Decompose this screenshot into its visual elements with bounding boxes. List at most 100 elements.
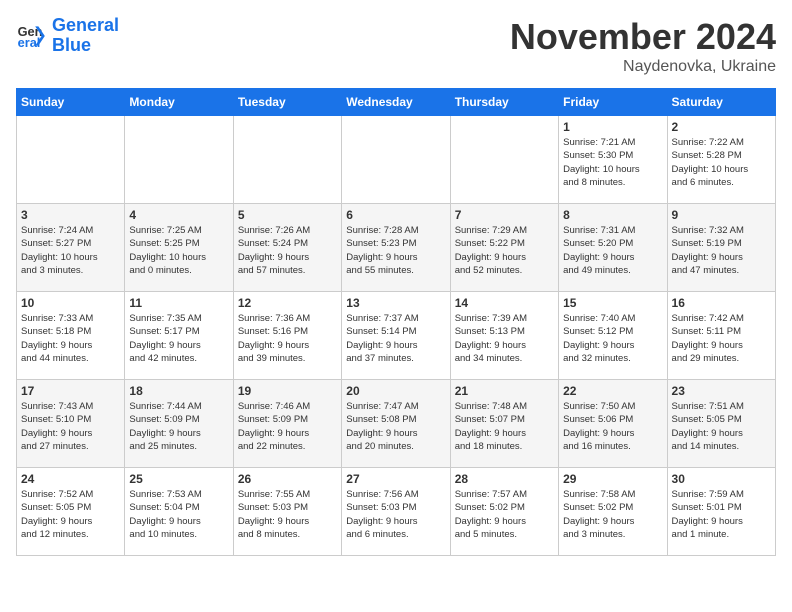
calendar-cell: 25 Sunrise: 7:53 AM Sunset: 5:04 PM Dayli… [125,468,233,556]
calendar-cell: 12 Sunrise: 7:36 AM Sunset: 5:16 PM Dayli… [233,292,341,380]
day-number: 4 [129,208,228,222]
calendar-cell: 29Sunrise: 7:58 AM Sunset: 5:02 PM Dayli… [559,468,667,556]
calendar-cell: 1 Sunrise: 7:21 AM Sunset: 5:30 PM Daylig… [559,116,667,204]
day-info: Sunrise: 7:56 AM Sunset: 5:03 PM Dayligh… [346,488,445,541]
day-number: 10 [21,296,120,310]
title-block: November 2024 Naydenovka, Ukraine [510,16,776,76]
calendar-cell: 15 Sunrise: 7:40 AM Sunset: 5:12 PM Dayli… [559,292,667,380]
day-number: 25 [129,472,228,486]
day-number: 21 [455,384,554,398]
day-info: Sunrise: 7:47 AM Sunset: 5:08 PM Dayligh… [346,400,445,453]
calendar-cell: 3 Sunrise: 7:24 AM Sunset: 5:27 PM Daylig… [17,204,125,292]
day-number: 11 [129,296,228,310]
day-info: Sunrise: 7:32 AM Sunset: 5:19 PM Dayligh… [672,224,771,277]
day-info: Sunrise: 7:44 AM Sunset: 5:09 PM Dayligh… [129,400,228,453]
day-info: Sunrise: 7:51 AM Sunset: 5:05 PM Dayligh… [672,400,771,453]
calendar-week-row: 17 Sunrise: 7:43 AM Sunset: 5:10 PM Dayli… [17,380,776,468]
day-number: 24 [21,472,120,486]
day-number: 1 [563,120,662,134]
calendar-cell: 10 Sunrise: 7:33 AM Sunset: 5:18 PM Dayli… [17,292,125,380]
calendar-body: 1 Sunrise: 7:21 AM Sunset: 5:30 PM Daylig… [17,116,776,556]
logo: Gen eral GeneralBlue [16,16,119,56]
day-number: 2 [672,120,771,134]
day-number: 20 [346,384,445,398]
day-info: Sunrise: 7:31 AM Sunset: 5:20 PM Dayligh… [563,224,662,277]
day-number: 3 [21,208,120,222]
calendar-cell: 28 Sunrise: 7:57 AM Sunset: 5:02 PM Dayli… [450,468,558,556]
svg-text:eral: eral [18,35,41,50]
calendar-cell: 7 Sunrise: 7:29 AM Sunset: 5:22 PM Daylig… [450,204,558,292]
page-header: Gen eral GeneralBlue November 2024 Nayde… [16,16,776,76]
day-info: Sunrise: 7:37 AM Sunset: 5:14 PM Dayligh… [346,312,445,365]
calendar-cell: 19 Sunrise: 7:46 AM Sunset: 5:09 PM Dayli… [233,380,341,468]
day-info: Sunrise: 7:26 AM Sunset: 5:24 PM Dayligh… [238,224,337,277]
day-number: 27 [346,472,445,486]
day-number: 12 [238,296,337,310]
calendar-cell: 16Sunrise: 7:42 AM Sunset: 5:11 PM Dayli… [667,292,775,380]
day-info: Sunrise: 7:40 AM Sunset: 5:12 PM Dayligh… [563,312,662,365]
day-number: 19 [238,384,337,398]
day-info: Sunrise: 7:57 AM Sunset: 5:02 PM Dayligh… [455,488,554,541]
calendar-cell [450,116,558,204]
calendar-week-row: 3 Sunrise: 7:24 AM Sunset: 5:27 PM Daylig… [17,204,776,292]
calendar-cell: 27 Sunrise: 7:56 AM Sunset: 5:03 PM Dayli… [342,468,450,556]
day-info: Sunrise: 7:25 AM Sunset: 5:25 PM Dayligh… [129,224,228,277]
day-of-week-header: Friday [559,89,667,116]
day-info: Sunrise: 7:29 AM Sunset: 5:22 PM Dayligh… [455,224,554,277]
day-info: Sunrise: 7:22 AM Sunset: 5:28 PM Dayligh… [672,136,771,189]
day-info: Sunrise: 7:50 AM Sunset: 5:06 PM Dayligh… [563,400,662,453]
day-number: 26 [238,472,337,486]
day-number: 16 [672,296,771,310]
day-of-week-header: Tuesday [233,89,341,116]
calendar-cell: 6 Sunrise: 7:28 AM Sunset: 5:23 PM Daylig… [342,204,450,292]
day-info: Sunrise: 7:43 AM Sunset: 5:10 PM Dayligh… [21,400,120,453]
day-number: 23 [672,384,771,398]
calendar-cell: 8 Sunrise: 7:31 AM Sunset: 5:20 PM Daylig… [559,204,667,292]
day-number: 13 [346,296,445,310]
calendar-table: SundayMondayTuesdayWednesdayThursdayFrid… [16,88,776,556]
calendar-cell: 13 Sunrise: 7:37 AM Sunset: 5:14 PM Dayli… [342,292,450,380]
day-info: Sunrise: 7:46 AM Sunset: 5:09 PM Dayligh… [238,400,337,453]
day-number: 8 [563,208,662,222]
calendar-cell [17,116,125,204]
calendar-cell [125,116,233,204]
day-info: Sunrise: 7:48 AM Sunset: 5:07 PM Dayligh… [455,400,554,453]
day-info: Sunrise: 7:35 AM Sunset: 5:17 PM Dayligh… [129,312,228,365]
calendar-week-row: 1 Sunrise: 7:21 AM Sunset: 5:30 PM Daylig… [17,116,776,204]
calendar-cell: 4 Sunrise: 7:25 AM Sunset: 5:25 PM Daylig… [125,204,233,292]
logo-icon: Gen eral [16,20,48,52]
day-info: Sunrise: 7:33 AM Sunset: 5:18 PM Dayligh… [21,312,120,365]
day-info: Sunrise: 7:53 AM Sunset: 5:04 PM Dayligh… [129,488,228,541]
day-number: 7 [455,208,554,222]
day-of-week-header: Monday [125,89,233,116]
logo-text: GeneralBlue [52,16,119,56]
day-info: Sunrise: 7:28 AM Sunset: 5:23 PM Dayligh… [346,224,445,277]
day-number: 15 [563,296,662,310]
day-info: Sunrise: 7:39 AM Sunset: 5:13 PM Dayligh… [455,312,554,365]
day-number: 28 [455,472,554,486]
calendar-cell: 9Sunrise: 7:32 AM Sunset: 5:19 PM Daylig… [667,204,775,292]
day-of-week-header: Saturday [667,89,775,116]
day-number: 6 [346,208,445,222]
calendar-cell: 14 Sunrise: 7:39 AM Sunset: 5:13 PM Dayli… [450,292,558,380]
calendar-cell: 18Sunrise: 7:44 AM Sunset: 5:09 PM Dayli… [125,380,233,468]
month-title: November 2024 [510,16,776,58]
calendar-cell: 22 Sunrise: 7:50 AM Sunset: 5:06 PM Dayli… [559,380,667,468]
day-info: Sunrise: 7:24 AM Sunset: 5:27 PM Dayligh… [21,224,120,277]
day-info: Sunrise: 7:36 AM Sunset: 5:16 PM Dayligh… [238,312,337,365]
calendar-cell: 2 Sunrise: 7:22 AM Sunset: 5:28 PM Daylig… [667,116,775,204]
day-info: Sunrise: 7:52 AM Sunset: 5:05 PM Dayligh… [21,488,120,541]
calendar-header-row: SundayMondayTuesdayWednesdayThursdayFrid… [17,89,776,116]
calendar-cell: 20 Sunrise: 7:47 AM Sunset: 5:08 PM Dayli… [342,380,450,468]
calendar-cell: 21 Sunrise: 7:48 AM Sunset: 5:07 PM Dayli… [450,380,558,468]
calendar-cell: 30Sunrise: 7:59 AM Sunset: 5:01 PM Dayli… [667,468,775,556]
day-number: 17 [21,384,120,398]
day-number: 22 [563,384,662,398]
day-of-week-header: Sunday [17,89,125,116]
calendar-cell: 5Sunrise: 7:26 AM Sunset: 5:24 PM Daylig… [233,204,341,292]
calendar-cell: 11 Sunrise: 7:35 AM Sunset: 5:17 PM Dayli… [125,292,233,380]
calendar-cell [342,116,450,204]
calendar-cell: 26Sunrise: 7:55 AM Sunset: 5:03 PM Dayli… [233,468,341,556]
day-number: 14 [455,296,554,310]
day-info: Sunrise: 7:21 AM Sunset: 5:30 PM Dayligh… [563,136,662,189]
